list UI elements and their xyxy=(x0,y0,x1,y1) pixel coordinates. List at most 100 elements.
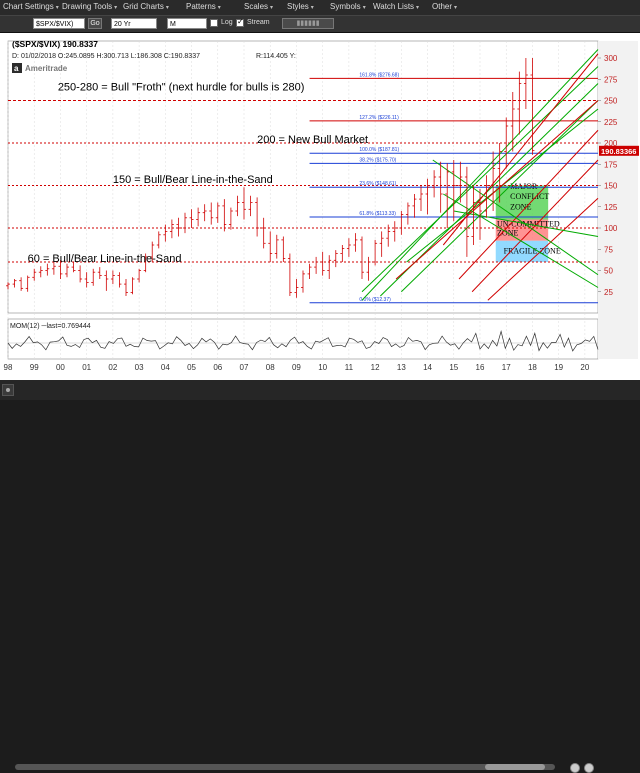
zone-label-text: MAJOR xyxy=(510,182,538,191)
price-axis-panel xyxy=(598,41,638,359)
last-value-label: 190.83366 xyxy=(601,147,636,156)
y-tick-label: 125 xyxy=(604,203,618,212)
chevron-down-icon: ▾ xyxy=(454,5,458,11)
zoom-out-icon[interactable] xyxy=(570,763,580,773)
chevron-down-icon: ▾ xyxy=(416,5,420,11)
x-tick-label: 20 xyxy=(580,363,589,372)
bottom-bar xyxy=(0,380,640,773)
fib-label: 61.8% ($113.33) xyxy=(359,211,396,217)
annotation-text: 200 = New Bull Market xyxy=(257,134,368,146)
chevron-down-icon: ▾ xyxy=(310,5,314,11)
chevron-down-icon: ▾ xyxy=(270,5,274,11)
y-tick-label: 275 xyxy=(604,75,618,84)
y-tick-label: 250 xyxy=(604,97,618,106)
x-tick-label: 01 xyxy=(82,363,91,372)
x-tick-label: 05 xyxy=(187,363,196,372)
stream-label: Stream xyxy=(247,19,270,26)
x-tick-label: 17 xyxy=(502,363,511,372)
scrollbar-thumb[interactable] xyxy=(485,764,545,770)
stream-checkbox[interactable] xyxy=(236,17,244,27)
menu-item-scales[interactable]: Scales ▾ xyxy=(244,2,273,11)
zone-label-text: CONFLICT xyxy=(510,192,549,201)
zoom-in-icon[interactable] xyxy=(584,763,594,773)
x-tick-label: 09 xyxy=(292,363,301,372)
chevron-down-icon: ▾ xyxy=(165,5,169,11)
y-tick-label: 75 xyxy=(604,245,613,254)
brand-logo-letter: a xyxy=(14,64,19,73)
menu-item-patterns[interactable]: Patterns ▾ xyxy=(186,2,221,11)
chevron-down-icon: ▾ xyxy=(217,5,221,11)
x-tick-label: 12 xyxy=(371,363,380,372)
menu-item-label: Patterns xyxy=(186,2,216,11)
fib-label: 100.0% ($187.81) xyxy=(359,147,399,153)
chevron-down-icon: ▾ xyxy=(55,5,59,11)
y-tick-label: 175 xyxy=(604,160,618,169)
fib-label: 161.8% ($276.68) xyxy=(359,72,399,78)
menu-item-other[interactable]: Other ▾ xyxy=(432,2,457,11)
menu-item-label: Scales xyxy=(244,2,269,11)
menu-item-symbols[interactable]: Symbols ▾ xyxy=(330,2,366,11)
menu-item-label: Chart Settings xyxy=(3,2,54,11)
zoom-control[interactable] xyxy=(570,763,610,773)
x-tick-label: 11 xyxy=(345,363,354,372)
y-tick-label: 25 xyxy=(604,288,613,297)
menu-item-styles[interactable]: Styles ▾ xyxy=(287,2,314,11)
x-tick-label: 13 xyxy=(397,363,406,372)
chart-symbol-header: ($SPX/$VIX) 190.8337 xyxy=(12,39,98,49)
annotation-text: 150 = Bull/Bear Line-in-the-Sand xyxy=(113,174,273,186)
price-chart: 98 99 00 01 02 03 04 05 06 07 08 09 10 11 12 13 14 15 16 17… xyxy=(0,33,640,380)
y-tick-label: 225 xyxy=(604,118,618,127)
y-tick-label: 150 xyxy=(604,182,618,191)
chart-toolbar: $SPX/$VIX) Go 20 Yr M Log Stream ▮▮▮▮▮▮ xyxy=(0,16,640,33)
x-tick-label: 15 xyxy=(449,363,458,372)
menu-item-label: Symbols xyxy=(330,2,361,11)
menu-item-label: Watch Lists xyxy=(373,2,415,11)
scroll-left-button[interactable] xyxy=(2,384,14,396)
chart-ohlc-header: D: 01/02/2018 O:245.0895 H:300.713 L:186… xyxy=(12,53,200,60)
log-checkbox[interactable] xyxy=(210,19,218,27)
x-tick-label: 04 xyxy=(161,363,170,372)
chevron-down-icon: ▾ xyxy=(114,5,118,11)
brand-name: Ameritrade xyxy=(25,64,68,73)
menu-item-label: Drawing Tools xyxy=(62,2,113,11)
frequency-select[interactable]: M xyxy=(167,18,207,29)
x-tick-label: 16 xyxy=(476,363,485,372)
chevron-down-icon: ▾ xyxy=(362,5,366,11)
fib-label: 127.2% ($226.11) xyxy=(359,115,399,121)
momentum-label: MOM(12) ─last=0.769444 xyxy=(10,323,91,330)
x-tick-label: 14 xyxy=(423,363,432,372)
y-tick-label: 50 xyxy=(604,267,613,276)
x-tick-label: 99 xyxy=(30,363,39,372)
x-tick-label: 98 xyxy=(4,363,13,372)
annotation-text: 250-280 = Bull "Froth" (next hurdle for … xyxy=(58,81,305,93)
x-tick-label: 00 xyxy=(56,363,65,372)
log-label: Log xyxy=(221,19,233,26)
zone-label-text: ZONE xyxy=(510,202,531,211)
x-tick-label: 10 xyxy=(318,363,327,372)
stream-status: ▮▮▮▮▮▮ xyxy=(282,18,334,29)
x-tick-label: 02 xyxy=(108,363,117,372)
menu-item-label: Styles xyxy=(287,2,309,11)
menu-item-label: Other xyxy=(432,2,453,11)
menu-item-chart-settings[interactable]: Chart Settings ▾ xyxy=(3,2,59,11)
x-tick-label: 18 xyxy=(528,363,537,372)
fib-label: 23.6% ($148.61) xyxy=(359,181,396,187)
menu-item-grid-charts[interactable]: Grid Charts ▾ xyxy=(123,2,169,11)
y-tick-label: 100 xyxy=(604,224,618,233)
x-tick-label: 08 xyxy=(266,363,275,372)
menu-item-drawing-tools[interactable]: Drawing Tools ▾ xyxy=(62,2,117,11)
menu-item-watch-lists[interactable]: Watch Lists ▾ xyxy=(373,2,419,11)
time-scrollbar[interactable] xyxy=(15,764,555,770)
x-tick-label: 19 xyxy=(554,363,563,372)
x-tick-label: 07 xyxy=(240,363,249,372)
y-tick-label: 300 xyxy=(604,54,618,63)
chart-area: 98 99 00 01 02 03 04 05 06 07 08 09 10 11 12 13 14 15 16 17… xyxy=(0,33,640,380)
menu-bar: Chart Settings ▾ Drawing Tools ▾ Grid Charts… xyxy=(0,0,640,16)
menu-item-label: Grid Charts xyxy=(123,2,164,11)
period-select[interactable]: 20 Yr xyxy=(111,18,157,29)
chart-range-header: R:114.405 Y: xyxy=(256,53,296,60)
symbol-input[interactable]: $SPX/$VIX) xyxy=(33,18,85,29)
go-button[interactable]: Go xyxy=(88,18,102,29)
x-tick-label: 06 xyxy=(213,363,222,372)
x-tick-label: 03 xyxy=(135,363,144,372)
